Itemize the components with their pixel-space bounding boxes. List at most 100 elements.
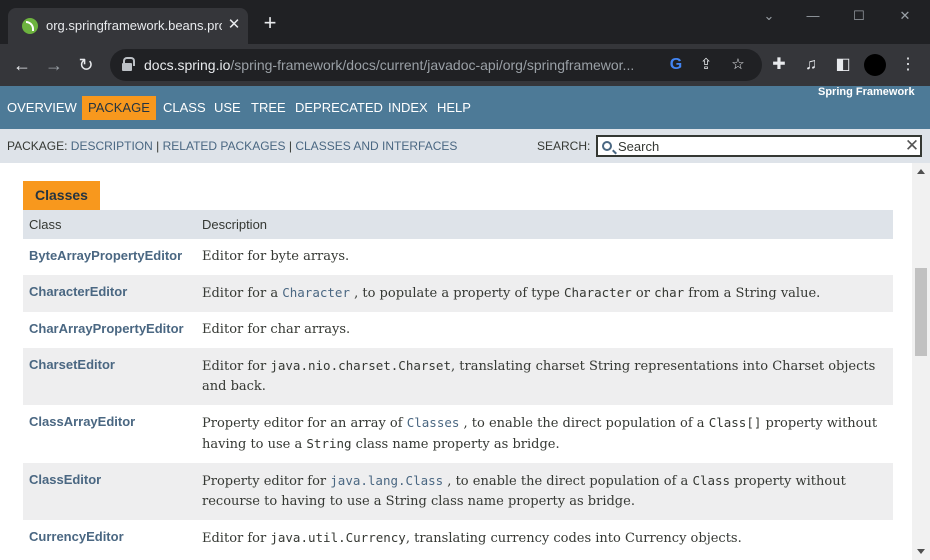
share-icon[interactable]: ⇪: [696, 55, 716, 75]
search-label: SEARCH:: [537, 139, 591, 153]
class-link[interactable]: CharsetEditor: [29, 357, 115, 372]
spring-favicon-icon: [22, 18, 38, 34]
nav-tree[interactable]: TREE: [245, 96, 292, 120]
description-text: Editor for: [202, 359, 271, 374]
description-code: Character: [564, 285, 632, 300]
javadoc-top-nav: OVERVIEW PACKAGE CLASS USE TREE DEPRECAT…: [0, 86, 930, 129]
scroll-thumb[interactable]: [915, 268, 927, 356]
minimize-icon[interactable]: —: [798, 6, 828, 26]
search-input[interactable]: [618, 138, 898, 154]
forward-arrow-icon[interactable]: →: [42, 53, 66, 77]
reload-icon[interactable]: ↻: [74, 53, 98, 77]
browser-tab-bar: org.springframework.beans.prop ✕ + ⌄ — ☐…: [0, 0, 930, 44]
subnav-classes-interfaces-link[interactable]: CLASSES AND INTERFACES: [295, 139, 457, 153]
description-text: Editor for byte arrays.: [202, 249, 350, 264]
class-name-cell: CharsetEditor: [23, 348, 196, 405]
description-code: Class[]: [708, 415, 762, 430]
table-row: ClassArrayEditor Property editor for an a…: [23, 405, 893, 463]
class-description-cell: Editor for byte arrays.: [196, 239, 893, 275]
classes-caption[interactable]: Classes: [23, 181, 100, 210]
search-icon: [602, 141, 612, 151]
header-description: Description: [202, 217, 268, 232]
browser-tab[interactable]: org.springframework.beans.prop ✕: [8, 8, 248, 44]
description-code-link[interactable]: java.lang.Class: [330, 473, 443, 488]
more-menu-icon[interactable]: ⋮: [896, 53, 920, 77]
back-arrow-icon[interactable]: ←: [10, 53, 34, 77]
class-link[interactable]: ByteArrayPropertyEditor: [29, 248, 182, 263]
description-code-link[interactable]: Character: [282, 285, 350, 300]
scroll-up-arrow-icon[interactable]: [917, 169, 925, 174]
nav-use[interactable]: USE: [208, 96, 247, 120]
description-text: Property editor for: [202, 474, 331, 489]
media-queue-icon[interactable]: ♫: [799, 53, 823, 77]
page-scrollbar[interactable]: [912, 163, 930, 560]
maximize-icon[interactable]: ☐: [844, 6, 874, 26]
class-name-cell: CharacterEditor: [23, 275, 196, 312]
nav-overview[interactable]: OVERVIEW: [1, 96, 83, 120]
description-text: or: [631, 286, 655, 301]
chevron-down-icon[interactable]: ⌄: [754, 6, 784, 26]
description-code: java.nio.charset.Charset: [270, 358, 451, 373]
class-link[interactable]: ClassArrayEditor: [29, 414, 135, 429]
classes-table: Class Description ByteArrayPropertyEdito…: [23, 210, 893, 557]
description-text: , translating currency codes into Curren…: [405, 531, 742, 546]
star-icon[interactable]: ☆: [728, 55, 748, 75]
description-code: String: [306, 436, 352, 451]
class-link[interactable]: ClassEditor: [29, 472, 101, 487]
google-icon[interactable]: G: [666, 55, 686, 75]
class-description-cell: Property editor for an array of Classes …: [196, 405, 893, 463]
main-content: Classes Class Description ByteArrayPrope…: [0, 163, 912, 560]
table-header: Class Description: [23, 210, 893, 239]
nav-help[interactable]: HELP: [431, 96, 477, 120]
nav-package[interactable]: PACKAGE: [82, 96, 156, 120]
description-code: Class: [692, 473, 731, 488]
table-row: CharacterEditor Editor for a Character , …: [23, 275, 893, 312]
subnav-related-packages-link[interactable]: RELATED PACKAGES: [163, 139, 286, 153]
class-description-cell: Editor for java.nio.charset.Charset, tra…: [196, 348, 893, 405]
table-row: CurrencyEditor Editor for java.util.Curre…: [23, 520, 893, 557]
url-text[interactable]: docs.spring.io/spring-framework/docs/cur…: [144, 57, 656, 73]
class-description-cell: Editor for a Character , to populate a p…: [196, 275, 893, 312]
description-code: java.util.Currency: [270, 530, 406, 545]
window-close-icon[interactable]: ✕: [890, 6, 920, 26]
tab-title: org.springframework.beans.prop: [46, 18, 222, 33]
description-text: Editor for char arrays.: [202, 322, 351, 337]
new-tab-plus-icon[interactable]: +: [258, 12, 282, 36]
lock-icon[interactable]: [122, 57, 135, 71]
browser-toolbar: ← → ↻ docs.spring.io/spring-framework/do…: [0, 44, 930, 86]
class-link[interactable]: CharArrayPropertyEditor: [29, 321, 184, 336]
description-text: from a String value.: [684, 286, 821, 301]
extensions-puzzle-icon[interactable]: ✚: [767, 53, 791, 77]
table-row: CharArrayPropertyEditor Editor for char a…: [23, 312, 893, 348]
close-icon[interactable]: ✕: [226, 17, 242, 33]
class-description-cell: Editor for char arrays.: [196, 312, 893, 348]
class-description-cell: Property editor for java.lang.Class , to…: [196, 463, 893, 520]
class-description-cell: Editor for java.util.Currency, translati…: [196, 520, 893, 557]
class-name-cell: CharArrayPropertyEditor: [23, 312, 196, 348]
table-row: ClassEditor Property editor for java.lang…: [23, 463, 893, 520]
nav-index[interactable]: INDEX: [382, 96, 434, 120]
search-box[interactable]: ✕: [596, 135, 922, 157]
class-link[interactable]: CurrencyEditor: [29, 529, 124, 544]
clear-search-icon[interactable]: ✕: [904, 137, 920, 155]
table-row: ByteArrayPropertyEditor Editor for byte a…: [23, 239, 893, 275]
header-class: Class: [29, 217, 62, 232]
nav-deprecated[interactable]: DEPRECATED: [289, 96, 389, 120]
description-text: Property editor for an array of: [202, 416, 407, 431]
class-link[interactable]: CharacterEditor: [29, 284, 127, 299]
profile-avatar[interactable]: [864, 54, 886, 76]
table-body: ByteArrayPropertyEditor Editor for byte a…: [23, 239, 893, 557]
address-bar[interactable]: docs.spring.io/spring-framework/docs/cur…: [110, 49, 762, 81]
subnav-description-link[interactable]: DESCRIPTION: [71, 139, 153, 153]
subnav-links: PACKAGE: DESCRIPTION | RELATED PACKAGES …: [7, 139, 458, 153]
brand-label: Spring Framework: [818, 86, 915, 98]
side-panel-icon[interactable]: ◧: [831, 53, 855, 77]
description-text: , to populate a property of type: [349, 286, 565, 301]
class-name-cell: CurrencyEditor: [23, 520, 196, 557]
description-text: Editor for: [202, 531, 271, 546]
description-code-link[interactable]: Classes: [407, 415, 460, 430]
scroll-down-arrow-icon[interactable]: [917, 549, 925, 554]
class-name-cell: ByteArrayPropertyEditor: [23, 239, 196, 275]
description-code: char: [654, 285, 685, 300]
nav-class[interactable]: CLASS: [157, 96, 212, 120]
